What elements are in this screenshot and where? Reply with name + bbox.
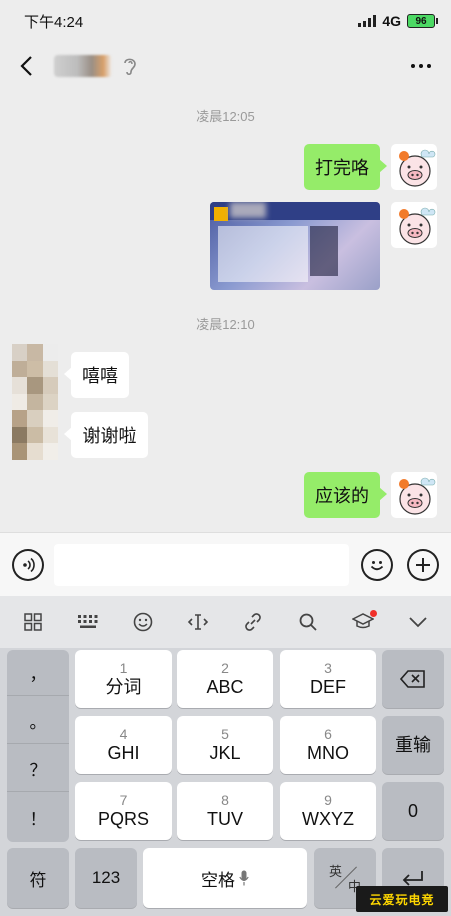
backspace-icon xyxy=(400,670,425,688)
message-bubble-sent[interactable]: 应该的 xyxy=(304,472,387,518)
key-7[interactable]: 7 PQRS xyxy=(75,782,172,840)
status-time: 下午4:24 xyxy=(24,13,84,31)
key-1[interactable]: 1 分词 xyxy=(75,650,172,708)
chevron-down-icon xyxy=(408,617,427,628)
timestamp: 凌晨12:05 xyxy=(196,109,255,124)
chevron-left-icon xyxy=(20,56,32,76)
title-bar xyxy=(0,42,451,90)
menu-grid-button[interactable] xyxy=(15,604,51,640)
search-button[interactable] xyxy=(290,604,326,640)
timestamp: 凌晨12:10 xyxy=(196,317,255,332)
pig-avatar-icon xyxy=(399,207,436,245)
watermark-logo: 云爱玩电竞 xyxy=(356,886,448,912)
ear-icon xyxy=(124,58,136,76)
contact-avatar-blurred[interactable] xyxy=(12,344,58,460)
battery-icon: 96 xyxy=(407,14,438,28)
punct-question-key[interactable]: ？ xyxy=(7,746,69,792)
plus-icon xyxy=(416,557,431,572)
pig-avatar-icon xyxy=(399,477,436,515)
key-3[interactable]: 3 DEF xyxy=(280,650,376,708)
keyboard-toolbar xyxy=(0,596,451,648)
reenter-key[interactable]: 重输 xyxy=(382,716,444,774)
cursor-button[interactable] xyxy=(180,604,216,640)
key-5[interactable]: 5 JKL xyxy=(177,716,273,774)
game-logo-icon xyxy=(214,207,228,221)
collapse-keyboard-button[interactable] xyxy=(400,604,436,640)
microphone-icon xyxy=(239,870,249,886)
smiley-icon xyxy=(370,560,384,570)
contact-name-blurred xyxy=(54,55,112,77)
smiley-icon xyxy=(133,612,153,632)
punct-period-key[interactable]: 。 xyxy=(7,698,69,744)
message-bubble-sent[interactable]: 打完咯 xyxy=(304,144,387,190)
voice-button[interactable] xyxy=(12,548,44,581)
emoji-keyboard-button[interactable] xyxy=(125,604,161,640)
space-key[interactable]: 空格 xyxy=(143,848,307,908)
input-bar xyxy=(0,532,451,596)
status-icons: 4G 96 xyxy=(358,13,438,29)
more-options-button[interactable] xyxy=(403,46,439,86)
search-icon xyxy=(299,613,317,631)
my-avatar[interactable] xyxy=(391,202,437,248)
keyboard: ， 。 ？ ！ 1 分词 2 ABC 3 DEF 4 GHI 5 JKL 6 M… xyxy=(0,648,451,916)
key-2[interactable]: 2 ABC xyxy=(177,650,273,708)
clipboard-link-button[interactable] xyxy=(235,604,271,640)
voice-icon xyxy=(23,557,35,572)
message-bubble-received[interactable]: 谢谢啦 xyxy=(64,412,148,458)
chat-area[interactable]: 凌晨12:05 打完咯 凌晨12:10 嘻嘻 谢谢啦 应该的 xyxy=(0,90,451,532)
notification-dot xyxy=(369,610,377,617)
network-type: 4G xyxy=(382,13,401,29)
symbol-key[interactable]: 符 xyxy=(7,848,69,908)
keyboard-icon xyxy=(78,615,98,628)
battery-level: 96 xyxy=(415,15,427,27)
numbers-key[interactable]: 123 xyxy=(75,848,137,908)
punct-exclaim-key[interactable]: ！ xyxy=(7,794,69,840)
enter-icon xyxy=(402,871,423,886)
grid-icon xyxy=(24,613,43,631)
my-avatar[interactable] xyxy=(391,144,437,190)
learning-button[interactable] xyxy=(345,604,381,640)
my-avatar[interactable] xyxy=(391,472,437,518)
pig-avatar-icon xyxy=(399,149,436,187)
signal-icon xyxy=(358,15,377,27)
status-bar: 下午4:24 4G 96 xyxy=(0,0,451,42)
key-9[interactable]: 9 WXYZ xyxy=(280,782,376,840)
cursor-move-icon xyxy=(187,614,209,630)
more-functions-button[interactable] xyxy=(407,548,439,581)
emoji-button[interactable] xyxy=(361,548,394,581)
back-button[interactable] xyxy=(12,46,40,86)
key-4[interactable]: 4 GHI xyxy=(75,716,172,774)
key-6[interactable]: 6 MNO xyxy=(280,716,376,774)
backspace-key[interactable] xyxy=(382,650,444,708)
key-0[interactable]: 0 xyxy=(382,782,444,840)
image-message[interactable] xyxy=(210,202,380,290)
punctuation-column: ， 。 ？ ！ xyxy=(7,650,69,842)
message-input[interactable] xyxy=(53,543,350,586)
key-8[interactable]: 8 TUV xyxy=(177,782,273,840)
punct-comma-key[interactable]: ， xyxy=(7,650,69,696)
keyboard-layout-button[interactable] xyxy=(70,604,106,640)
message-bubble-received[interactable]: 嘻嘻 xyxy=(64,352,129,398)
link-icon xyxy=(245,613,261,631)
